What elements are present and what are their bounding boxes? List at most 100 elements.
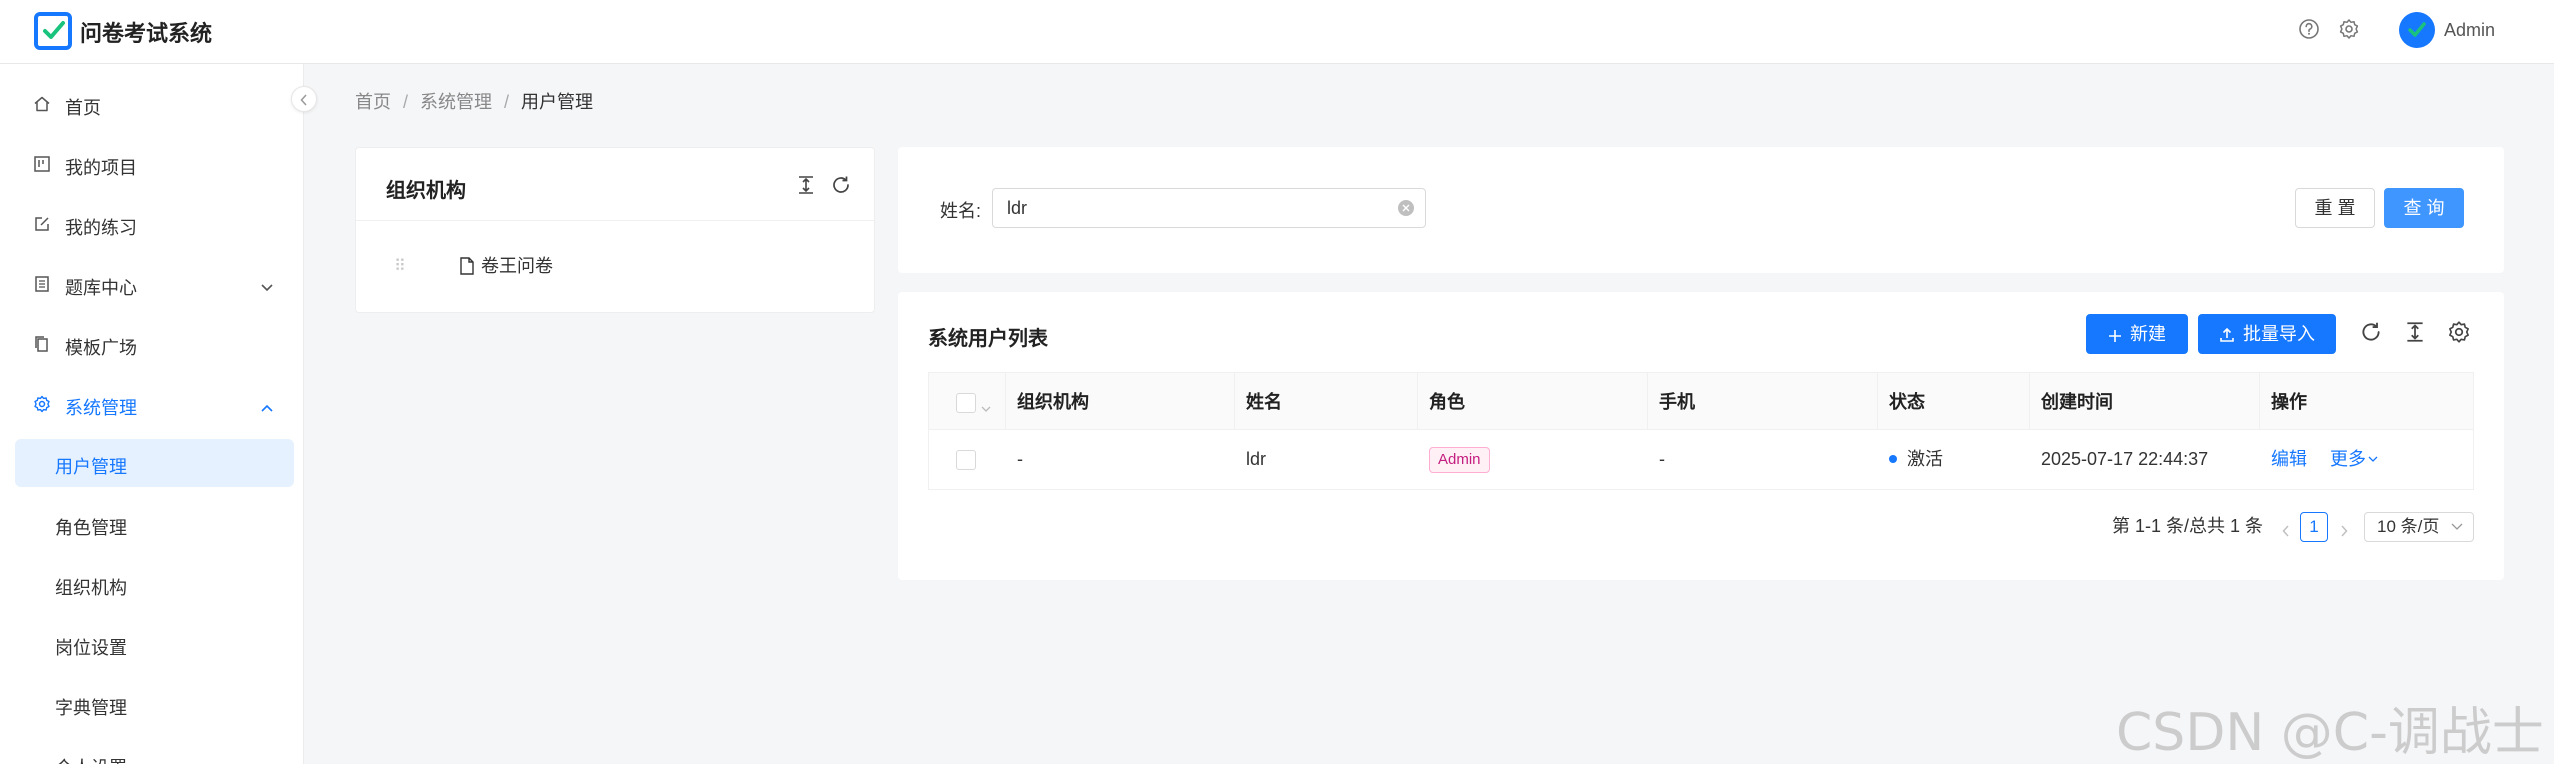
breadcrumb: 首页 / 系统管理 / 用户管理 [355, 88, 593, 114]
sidebar-item-label: 组织机构 [55, 578, 127, 598]
sidebar-item-label: 首页 [65, 98, 101, 118]
settings-icon[interactable] [2338, 18, 2360, 40]
sidebar-item-label: 系统管理 [65, 398, 137, 418]
sidebar-item-practice[interactable]: 我的练习 [15, 200, 294, 248]
copy-icon [33, 335, 51, 353]
sidebar-item-label: 岗位设置 [55, 638, 127, 658]
tree-node-label: 卷王问卷 [481, 256, 553, 276]
prev-page-icon[interactable] [2282, 521, 2290, 542]
sidebar-item-label: 个人设置 [55, 754, 127, 764]
cell-status: 激活 [1889, 430, 1943, 489]
reload-icon[interactable] [2359, 320, 2383, 344]
breadcrumb-separator: / [504, 92, 510, 112]
drag-handle-icon[interactable]: ⠿ [394, 256, 406, 276]
sidebar-item-positions[interactable]: 岗位设置 [15, 620, 294, 668]
more-label: 更多 [2330, 449, 2367, 469]
project-icon [33, 155, 51, 173]
book-icon [33, 275, 51, 293]
chevron-down-icon [260, 277, 274, 298]
sidebar-item-profile[interactable]: 个人设置 [15, 740, 294, 764]
sidebar-item-templates[interactable]: 模板广场 [15, 320, 294, 368]
column-header: 角色 [1429, 392, 1465, 412]
sidebar-item-label: 字典管理 [55, 698, 127, 718]
sidebar-item-user-management[interactable]: 用户管理 [15, 439, 294, 487]
more-dropdown[interactable]: 更多 [2330, 449, 2378, 469]
clear-icon[interactable] [1398, 200, 1414, 216]
search-panel: 姓名: 重 置 查 询 [898, 147, 2504, 273]
tree-node[interactable]: 卷王问卷 [459, 252, 553, 278]
role-tag: Admin [1429, 447, 1490, 474]
column-divider [1417, 373, 1418, 429]
column-header: 手机 [1659, 392, 1695, 412]
sidebar-item-home[interactable]: 首页 [15, 80, 294, 128]
column-header: 姓名 [1246, 392, 1282, 412]
column-divider [2029, 373, 2030, 429]
org-panel-title: 组织机构 [386, 180, 466, 202]
reload-icon[interactable] [830, 174, 852, 196]
user-list-panel: 系统用户列表 新建 批量导入 组织机构 姓名 角色 手机 状态 创建时间 操作 … [898, 292, 2504, 580]
new-user-button[interactable]: 新建 [2086, 314, 2188, 354]
user-name[interactable]: Admin [2444, 20, 2495, 41]
chevron-up-icon [260, 397, 274, 418]
sidebar-item-system[interactable]: 系统管理 [15, 380, 294, 428]
plus-icon [2109, 330, 2121, 342]
pagination-summary: 第 1-1 条/总共 1 条 [2112, 516, 2264, 536]
sidebar-item-dictionary[interactable]: 字典管理 [15, 680, 294, 728]
cell-org: - [1017, 449, 1023, 469]
column-header: 组织机构 [1017, 392, 1089, 412]
sidebar-item-question-bank[interactable]: 题库中心 [15, 260, 294, 308]
sidebar-item-label: 角色管理 [55, 518, 127, 538]
divider [356, 220, 874, 221]
chevron-down-icon [2368, 456, 2378, 462]
column-divider [1877, 373, 1878, 429]
edit-link[interactable]: 编辑 [2271, 449, 2307, 469]
app-title[interactable]: 问卷考试系统 [80, 16, 212, 48]
status-dot-icon [1889, 455, 1897, 463]
breadcrumb-item[interactable]: 系统管理 [420, 88, 492, 114]
cell-name: ldr [1246, 449, 1267, 469]
sidebar-item-label: 我的练习 [65, 218, 137, 238]
page-size-value: 10 条/页 [2377, 517, 2440, 536]
page-button[interactable]: 1 [2300, 512, 2328, 542]
select-all-checkbox[interactable] [956, 393, 976, 413]
query-button[interactable]: 查 询 [2384, 188, 2464, 228]
column-divider [1647, 373, 1648, 429]
column-divider [1005, 373, 1006, 429]
column-header: 状态 [1889, 392, 1925, 412]
sidebar-item-label: 题库中心 [65, 278, 137, 298]
sidebar-item-projects[interactable]: 我的项目 [15, 140, 294, 188]
page-size-select[interactable]: 10 条/页 [2364, 512, 2474, 542]
chevron-down-icon[interactable] [981, 397, 991, 418]
breadcrumb-separator: / [403, 92, 409, 112]
table-header: 组织机构 姓名 角色 手机 状态 创建时间 操作 [928, 372, 2474, 430]
cell-role: Admin [1429, 430, 1490, 489]
user-avatar[interactable] [2399, 12, 2435, 48]
column-height-icon[interactable] [795, 174, 817, 196]
table-row[interactable]: - ldr Admin - 激活 2025-07-17 22:44:37 编辑 … [928, 430, 2474, 490]
sidebar-collapse-button[interactable] [291, 86, 317, 112]
edit-icon [33, 215, 51, 233]
reset-button[interactable]: 重 置 [2295, 188, 2375, 228]
top-header: 问卷考试系统 Admin [0, 0, 2554, 64]
sidebar-item-role-management[interactable]: 角色管理 [15, 500, 294, 548]
batch-import-button[interactable]: 批量导入 [2198, 314, 2336, 354]
name-search-input[interactable] [992, 188, 1426, 228]
gear-icon [33, 395, 51, 413]
cell-phone: - [1659, 449, 1665, 469]
help-icon[interactable] [2298, 18, 2320, 40]
row-checkbox[interactable] [956, 450, 976, 470]
column-height-icon[interactable] [2403, 320, 2427, 344]
breadcrumb-item[interactable]: 首页 [355, 88, 391, 114]
sidebar-item-label: 用户管理 [55, 457, 127, 477]
app-logo-icon[interactable] [34, 12, 72, 50]
breadcrumb-current: 用户管理 [521, 92, 594, 112]
cell-actions: 编辑 更多 [2271, 430, 2378, 489]
column-divider [1234, 373, 1235, 429]
watermark: CSDN @C-调战士 [2116, 703, 2544, 763]
column-divider [2259, 373, 2260, 429]
next-page-icon[interactable] [2340, 521, 2348, 542]
file-icon [460, 257, 474, 275]
settings-icon[interactable] [2447, 320, 2471, 344]
sidebar-item-organization[interactable]: 组织机构 [15, 560, 294, 608]
chevron-down-icon [2451, 523, 2463, 530]
